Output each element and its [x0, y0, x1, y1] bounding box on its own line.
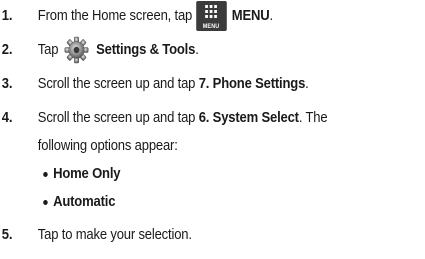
step-number: 5. — [1, 227, 13, 243]
option-label: Home Only — [53, 166, 121, 182]
menu-grid-icon: MENU — [195, 1, 227, 31]
option-item: Home Only — [0, 162, 121, 186]
step-number: 4. — [1, 110, 13, 126]
step-text: Tap — [37, 42, 59, 58]
step-number: 2. — [1, 42, 13, 58]
settings-gear-icon — [64, 36, 89, 64]
step-text: Scroll the screen up and tap — [37, 110, 199, 126]
step-tail: . — [269, 8, 273, 24]
step-bold: Settings & Tools — [96, 42, 196, 58]
bullet-icon — [43, 171, 48, 177]
step-5: 5. Tap to make your selection. — [0, 223, 192, 247]
option-item: Automatic — [0, 190, 115, 214]
step-text: following options appear: — [37, 138, 178, 154]
step-text: Tap to make your selection. — [37, 227, 192, 243]
step-4: 4. Scroll the screen up and tap 6. Syste… — [0, 106, 328, 130]
step-number: 3. — [1, 76, 13, 92]
step-tail: . — [305, 76, 309, 92]
step-2: 2. Tap Settings & Tools . — [0, 36, 199, 64]
step-3: 3. Scroll the screen up and tap 7. Phone… — [0, 72, 309, 96]
step-tail: . The — [298, 110, 328, 126]
step-number: 1. — [1, 8, 13, 24]
step-text: From the Home screen, tap — [37, 8, 193, 24]
step-bold: MENU — [231, 8, 270, 24]
instruction-steps: 1. From the Home screen, tap MENU MENU. — [0, 0, 425, 259]
step-1: 1. From the Home screen, tap MENU MENU. — [0, 1, 273, 31]
step-bold: 6. System Select — [198, 110, 299, 126]
step-tail: . — [195, 42, 199, 58]
bullet-icon — [43, 199, 48, 205]
step-text: Scroll the screen up and tap — [37, 76, 199, 92]
option-label: Automatic — [53, 194, 116, 210]
step-bold: 7. Phone Settings — [198, 76, 306, 92]
menu-icon-caption: MENU — [202, 24, 220, 30]
step-4-continued: following options appear: — [0, 134, 178, 158]
